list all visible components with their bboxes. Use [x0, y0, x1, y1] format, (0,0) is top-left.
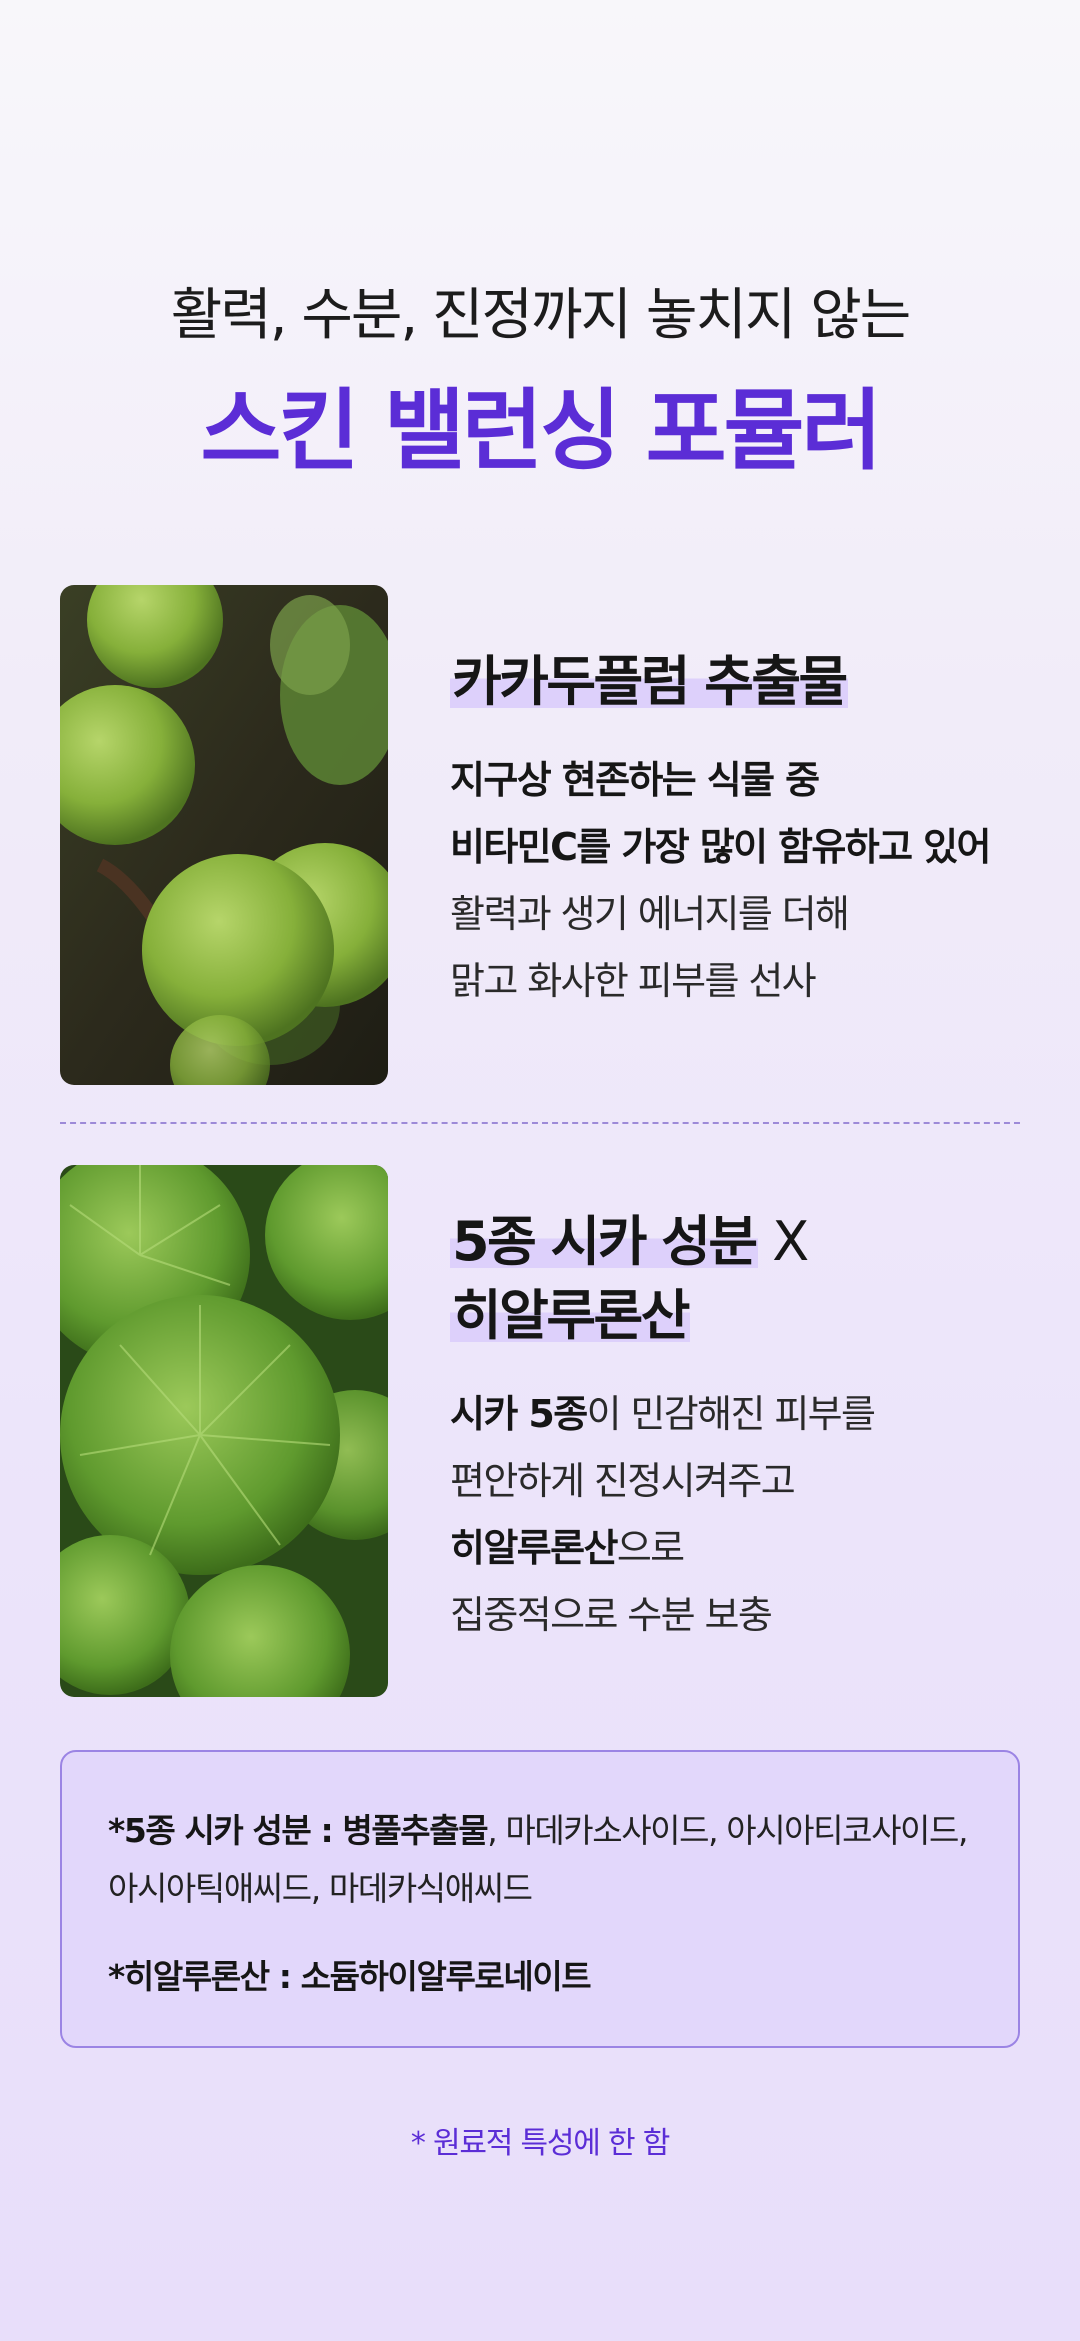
- feature-kakadu-plum: 카카두플럼 추출물 지구상 현존하는 식물 중 비타민C를 가장 많이 함유하고…: [450, 645, 1050, 1015]
- description-line: 지구상 현존하는 식물 중: [450, 758, 820, 802]
- feature-description: 시카 5종이 민감해진 피부를 편안하게 진정시켜주고 히알루론산으로 집중적으…: [450, 1381, 1050, 1649]
- description-line: 시카 5종이 민감해진 피부를: [450, 1392, 876, 1436]
- cica-note-continued: 아시아틱애씨드, 마데카식애씨드: [108, 1869, 533, 1908]
- centella-leaves-photo: [60, 1165, 388, 1697]
- description-line: 히알루론산으로: [450, 1526, 685, 1570]
- feature-title-connector: X: [757, 1210, 809, 1273]
- feature-description: 지구상 현존하는 식물 중 비타민C를 가장 많이 함유하고 있어 활력과 생기…: [450, 747, 1050, 1015]
- ingredient-note-box: *5종 시카 성분 : 병풀추출물, 마데카소사이드, 아시아티코사이드, 아시…: [60, 1750, 1020, 2048]
- cica-note: *5종 시카 성분 : 병풀추출물, 마데카소사이드, 아시아티코사이드,: [108, 1811, 968, 1850]
- feature-title-text: 히알루론산: [450, 1284, 690, 1347]
- dashed-divider: [60, 1122, 1020, 1124]
- kakadu-plum-photo: [60, 585, 388, 1085]
- description-line: 맑고 화사한 피부를 선사: [450, 959, 817, 1003]
- headline-title: 스킨 밸런싱 포뮬러: [200, 379, 883, 482]
- feature-title-text: 5종 시카 성분: [450, 1210, 758, 1273]
- description-line: 집중적으로 수분 보충: [450, 1593, 773, 1637]
- feature-title: 카카두플럼 추출물: [450, 645, 1050, 719]
- description-line: 비타민C를 가장 많이 함유하고 있어: [450, 825, 991, 869]
- feature-title-text: 카카두플럼 추출물: [450, 650, 848, 713]
- product-detail-page: 활력, 수분, 진정까지 놓치지 않는 스킨 밸런싱 포뮬러 카카두플럼 추출물…: [0, 0, 1080, 2341]
- feature-title: 5종 시카 성분 X 히알루론산: [450, 1205, 1050, 1353]
- hyaluronic-note: *히알루론산 : 소듐하이알루로네이트: [108, 1957, 592, 1996]
- disclaimer-footnote: * 원료적 특성에 한 함: [410, 2126, 671, 2161]
- headline-subtitle: 활력, 수분, 진정까지 놓치지 않는: [170, 283, 912, 348]
- description-line: 활력과 생기 에너지를 더해: [450, 892, 850, 936]
- feature-cica-hyaluronic: 5종 시카 성분 X 히알루론산 시카 5종이 민감해진 피부를 편안하게 진정…: [450, 1205, 1050, 1649]
- description-line: 편안하게 진정시켜주고: [450, 1459, 796, 1503]
